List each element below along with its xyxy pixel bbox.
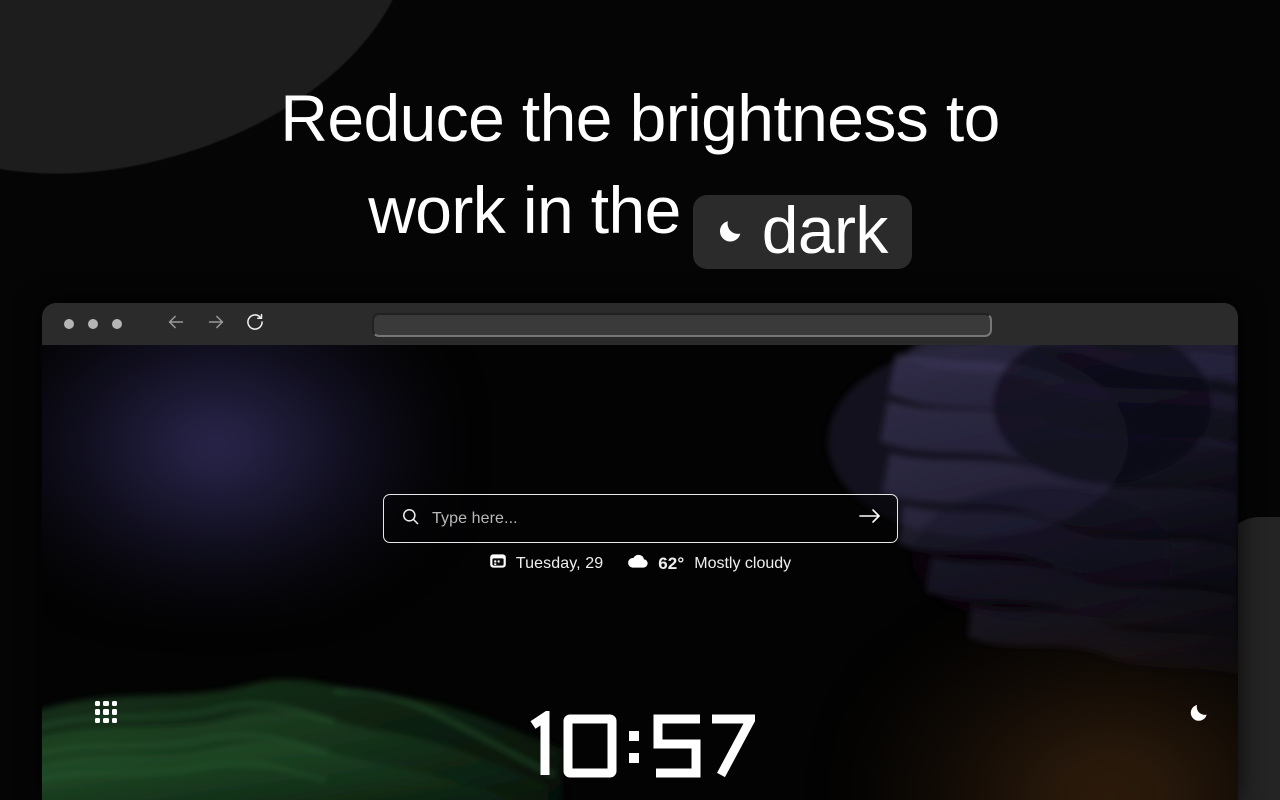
dark-mode-badge-label: dark	[761, 193, 889, 267]
search-bar[interactable]	[383, 494, 898, 543]
headline-line-2: work in the dark	[0, 164, 1280, 269]
search-icon	[401, 507, 420, 531]
new-tab-page: Tuesday, 29 62° Mostly cloudy	[42, 345, 1238, 800]
window-controls[interactable]	[64, 319, 122, 329]
calendar-icon	[489, 552, 507, 575]
status-row: Tuesday, 29 62° Mostly cloudy	[42, 552, 1238, 575]
navigation-controls	[165, 311, 265, 338]
dark-mode-badge: dark	[692, 193, 912, 269]
grid-apps-icon[interactable]	[95, 701, 117, 723]
browser-toolbar	[42, 303, 1238, 345]
temperature-label: 62°	[658, 553, 685, 573]
close-dot-icon[interactable]	[64, 319, 74, 329]
cloud-icon	[627, 553, 649, 574]
arrow-right-icon[interactable]	[205, 311, 227, 338]
headline-line-1: Reduce the brightness to	[280, 81, 1000, 155]
minimize-dot-icon[interactable]	[88, 319, 98, 329]
arrow-left-icon[interactable]	[165, 311, 187, 338]
date-label: Tuesday, 29	[515, 554, 604, 572]
clock-display	[42, 711, 1238, 786]
address-bar-input[interactable]	[372, 313, 992, 337]
browser-window: Tuesday, 29 62° Mostly cloudy	[42, 303, 1238, 800]
arrow-right-icon[interactable]	[858, 506, 882, 531]
condition-label: Mostly cloudy	[694, 554, 792, 572]
maximize-dot-icon[interactable]	[112, 319, 122, 329]
search-input[interactable]	[432, 509, 858, 528]
page-root: Reduce the brightness to work in the dar…	[0, 0, 1280, 800]
moon-icon[interactable]	[1187, 699, 1213, 725]
moon-icon	[715, 213, 749, 247]
page-headline: Reduce the brightness to work in the dar…	[0, 72, 1280, 269]
headline-line-2-text: work in the	[368, 173, 681, 247]
reload-icon[interactable]	[245, 312, 265, 337]
